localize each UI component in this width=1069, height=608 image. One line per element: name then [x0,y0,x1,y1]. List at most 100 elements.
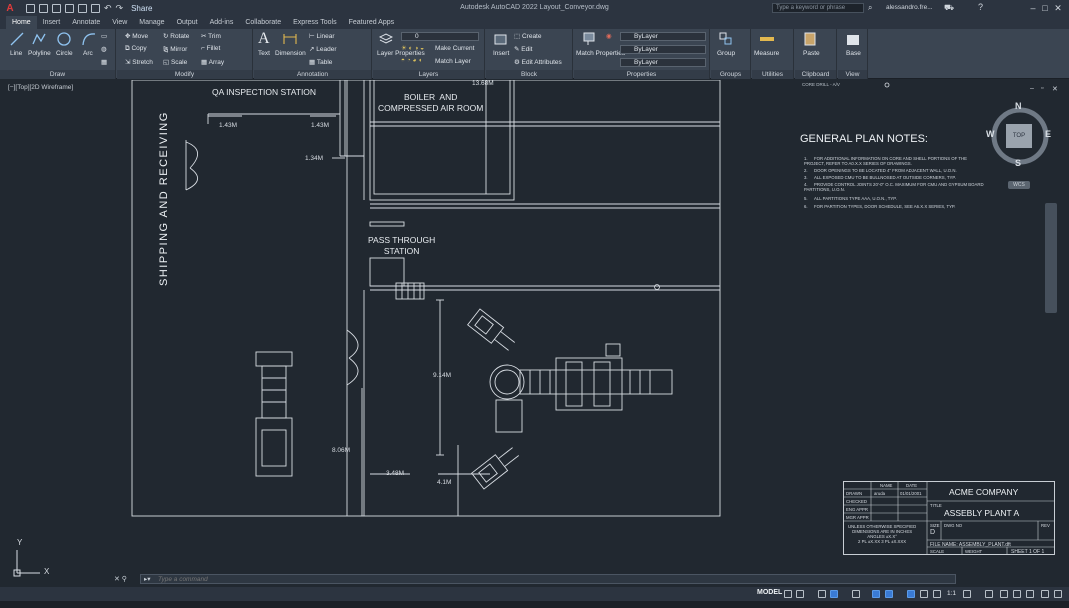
rotate-button[interactable]: ↻ Rotate [163,32,189,40]
table-button[interactable]: ▦ Table [309,58,332,66]
move-button[interactable]: ✥ Move [125,32,148,40]
undo-icon[interactable]: ↶ [104,3,112,14]
linetype-dropdown[interactable]: ByLayer [620,45,706,54]
compass-north[interactable]: N [1015,101,1022,111]
make-current-button[interactable]: Make Current [435,45,474,52]
viewport-controls[interactable]: [−][Top][2D Wireframe] [8,84,73,91]
paste-button[interactable]: Paste [803,50,820,57]
command-input[interactable] [158,575,948,583]
tab-featured-apps[interactable]: Featured Apps [343,16,401,29]
quick-properties-icon[interactable] [1000,590,1008,598]
share-button[interactable]: Share [131,4,152,13]
open-file-icon[interactable] [39,3,48,13]
tab-add-ins[interactable]: Add-ins [204,16,240,29]
viewport-restore-icon[interactable]: ▫ [1041,85,1043,92]
text-icon[interactable]: A [258,30,270,48]
modify-panel-title[interactable]: Modify [117,70,252,79]
web-mobile-icon[interactable] [78,3,87,13]
color-wheel-icon[interactable]: ◉ [606,32,612,40]
redo-icon[interactable]: ↷ [116,3,124,14]
block-panel-title[interactable]: Block [486,70,572,79]
scale-dropdown[interactable]: 1:1 [947,590,956,597]
new-file-icon[interactable] [26,3,35,13]
table-draw-icon[interactable]: ▦ [101,58,107,66]
annotation-scale-icon[interactable] [933,590,941,598]
hatch-icon[interactable]: ◍ [101,45,107,53]
layers-panel-title[interactable]: Layers [373,70,484,79]
scale-button[interactable]: ◱ Scale [163,58,187,66]
circle-icon[interactable] [57,32,71,46]
isodraft-icon[interactable] [852,590,860,598]
group-icon[interactable] [719,32,733,46]
navigation-bar[interactable] [1045,203,1057,313]
command-line-close-icon[interactable]: ✕ ⚲ [114,575,127,583]
cart-icon[interactable]: ⛟ [944,3,954,13]
base-view-icon[interactable] [846,32,860,46]
save-icon[interactable] [52,3,61,13]
close-window-button[interactable]: ✕ [1053,2,1063,14]
compass-west[interactable]: W [986,129,995,139]
layer-properties-icon[interactable] [379,32,393,46]
plot-icon[interactable] [91,3,100,13]
model-space-button[interactable]: MODEL [757,589,782,596]
layer-tools-icon[interactable]: ◓ ◔ ◕ ◖ [401,57,422,64]
compass-south[interactable]: S [1015,158,1021,168]
lock-ui-icon[interactable] [1013,590,1021,598]
properties-panel-title[interactable]: Properties [574,70,709,79]
mirror-button[interactable]: ⧎ Mirror [163,45,187,53]
command-prompt-icon[interactable]: ▸▾ [144,575,151,583]
view-panel-title[interactable]: View [838,70,867,79]
create-block-button[interactable]: ⬚ Create [514,32,541,40]
units-icon[interactable] [985,590,993,598]
dimension-icon[interactable] [283,32,297,46]
color-dropdown[interactable]: ByLayer [620,32,706,41]
workspace-gear-icon[interactable] [963,590,971,598]
tab-express-tools[interactable]: Express Tools [287,16,342,29]
utilities-panel-title[interactable]: Utilities [752,70,793,79]
polyline-button[interactable]: Polyline [28,50,51,57]
measure-button[interactable]: Measure [754,50,779,57]
leader-button[interactable]: ↗ Leader [309,45,337,53]
object-snap-tracking-icon[interactable] [872,590,880,598]
search-input[interactable]: Type a keyword or phrase [772,3,864,13]
stretch-button[interactable]: ⇲ Stretch [125,58,153,66]
tab-manage[interactable]: Manage [133,16,170,29]
fillet-button[interactable]: ⌐ Fillet [201,45,220,52]
tab-insert[interactable]: Insert [37,16,67,29]
rectangle-icon[interactable]: ▭ [101,32,107,40]
paste-icon[interactable] [803,32,817,46]
layer-dropdown[interactable]: 0 [401,32,479,41]
match-properties-button[interactable]: Match Properties [576,50,625,57]
help-icon[interactable]: ? [978,2,983,12]
polar-tracking-icon[interactable] [830,590,838,598]
tab-view[interactable]: View [106,16,133,29]
grid-icon[interactable] [784,590,792,598]
isolate-objects-icon[interactable] [1026,590,1034,598]
viewport-close-icon[interactable]: ✕ [1052,85,1058,93]
fullscreen-icon[interactable] [1041,590,1049,598]
tab-home[interactable]: Home [6,16,37,29]
annotation-panel-title[interactable]: Annotation [254,70,371,79]
command-line[interactable]: ▸▾ [140,574,956,584]
draw-panel-title[interactable]: Draw [0,70,115,79]
save-as-icon[interactable] [65,3,74,13]
annotation-visibility-icon[interactable] [907,590,915,598]
tab-collaborate[interactable]: Collaborate [239,16,287,29]
dimension-button[interactable]: Dimension [275,50,306,57]
viewport-minimize-icon[interactable]: – [1030,85,1034,92]
trim-button[interactable]: ✂ Trim [201,32,221,40]
tab-annotate[interactable]: Annotate [66,16,106,29]
polyline-icon[interactable] [32,32,46,46]
layer-state-icon[interactable]: ☀ ◐ ◑ ◒ [401,44,424,52]
edit-attributes-button[interactable]: ⚙ Edit Attributes [514,58,562,66]
match-layer-button[interactable]: Match Layer [435,58,471,65]
search-icon[interactable]: ⌕ [868,3,872,13]
autocad-logo[interactable]: A [0,0,20,16]
linear-button[interactable]: ⊢ Linear [309,32,335,40]
ortho-icon[interactable] [818,590,826,598]
view-cube[interactable]: N S E W TOP [986,101,1052,168]
base-button[interactable]: Base [846,50,861,57]
tab-output[interactable]: Output [171,16,204,29]
text-button[interactable]: Text [258,50,270,57]
copy-button[interactable]: ⧉ Copy [125,45,147,53]
